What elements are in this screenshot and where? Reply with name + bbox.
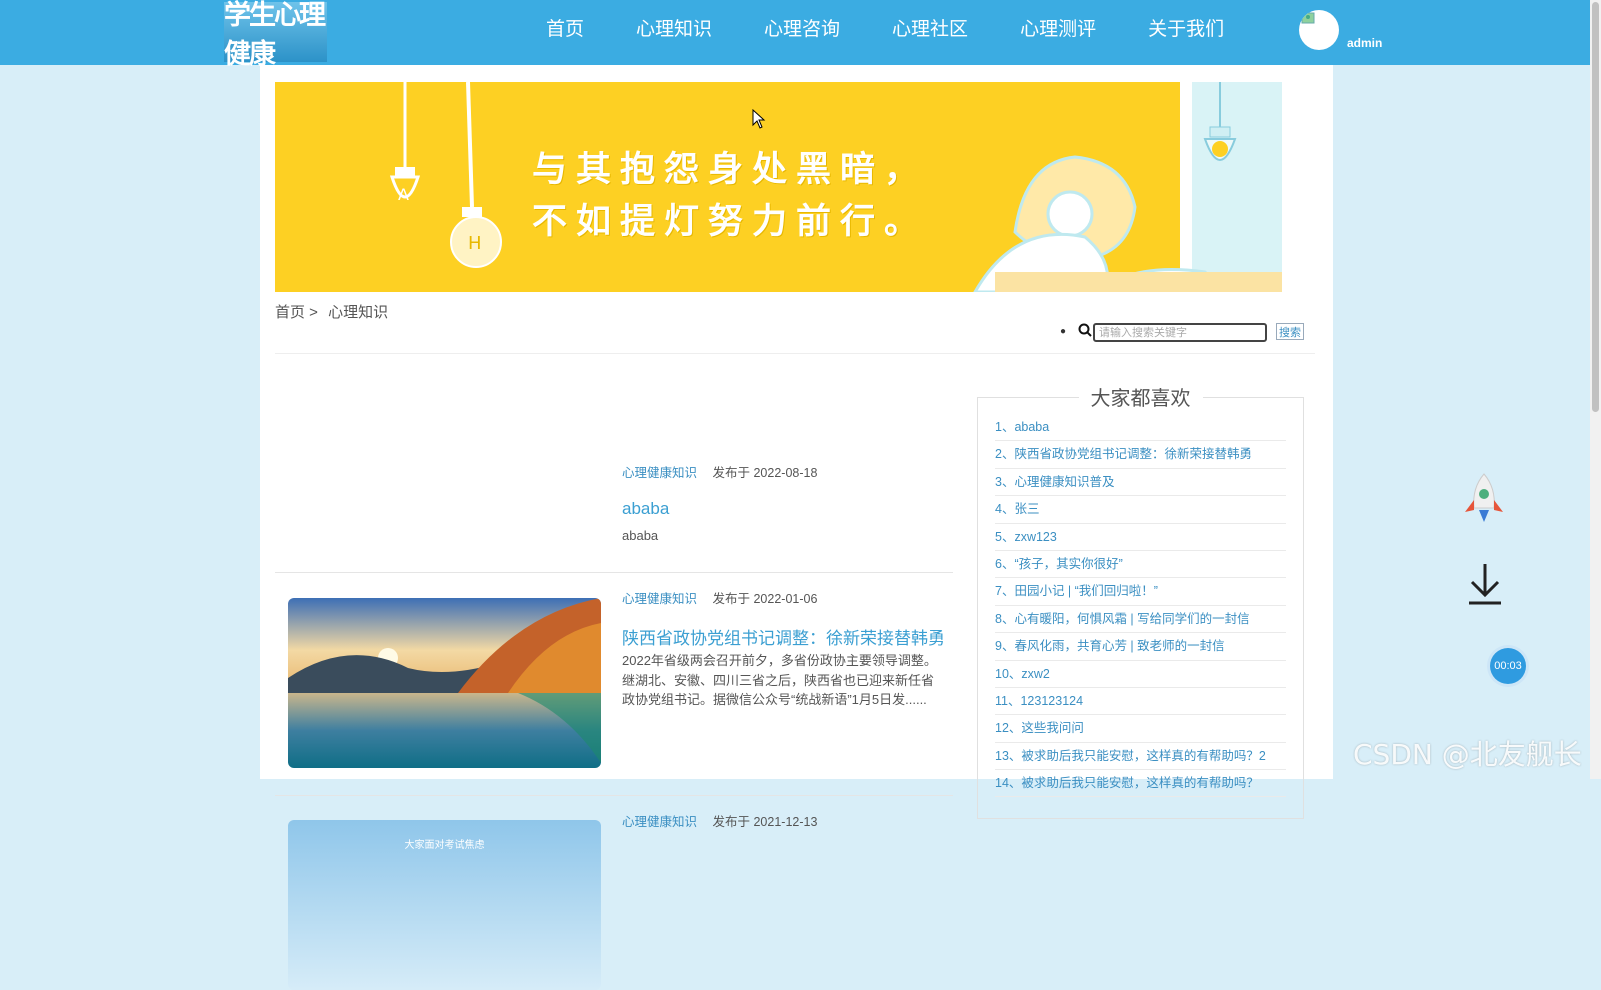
article-thumbnail[interactable] — [288, 598, 601, 768]
list-item[interactable]: 3、心理健康知识普及 — [995, 469, 1286, 497]
username-label[interactable]: admin — [1347, 36, 1382, 50]
breadcrumb-home[interactable]: 首页 > — [275, 304, 318, 321]
list-item[interactable]: 1、ababa — [995, 414, 1286, 442]
list-item[interactable]: 11、123123124 — [995, 688, 1286, 716]
bullet-dot: ● — [1060, 326, 1067, 337]
content-panel: A H 与其抱怨身处黑暗， 不如提灯努力前行。 首页 > 心理知识 ● 请输入搜… — [260, 65, 1333, 990]
article-date: 发布于 2022-08-18 — [712, 466, 818, 480]
article-date: 发布于 2021-12-13 — [712, 815, 818, 829]
article-item[interactable]: 心理健康知识 发布于 2022-08-18 ababa ababa — [275, 354, 953, 573]
nav-home[interactable]: 首页 — [520, 0, 610, 65]
article-category[interactable]: 心理健康知识 — [622, 815, 697, 829]
article-date: 发布于 2022-01-06 — [712, 592, 818, 606]
main-nav: 首页 心理知识 心理咨询 心理社区 心理测评 关于我们 — [520, 0, 1250, 65]
search-icon[interactable] — [1078, 323, 1092, 337]
article-item[interactable]: 心理健康知识 发布于 2022-01-06 陕西省政协党组书记调整：徐新荣接替韩… — [275, 572, 953, 796]
page-scrollbar[interactable] — [1590, 0, 1601, 779]
broken-image-icon — [1301, 12, 1315, 24]
article-summary: ababa — [622, 528, 659, 543]
list-item[interactable]: 5、zxw123 — [995, 524, 1286, 551]
sidebar-title: 大家都喜欢 — [978, 382, 1303, 411]
svg-text:A: A — [398, 185, 409, 204]
popular-list: 1、ababa 2、陕西省政协党组书记调整：徐新荣接替韩勇 3、心理健康知识普及… — [995, 414, 1286, 798]
article-category[interactable]: 心理健康知识 — [622, 592, 697, 606]
sidebar-title-text: 大家都喜欢 — [1078, 386, 1203, 410]
list-item[interactable]: 9、春风化雨，共育心芳 | 致老师的一封信 — [995, 633, 1286, 661]
search-button[interactable]: 搜索 — [1276, 323, 1304, 340]
list-item[interactable]: 13、被求助后我只能安慰，这样真的有帮助吗？2 — [995, 743, 1286, 771]
watermark: CSDN @北友舰长 — [1353, 738, 1582, 771]
avatar[interactable] — [1299, 10, 1339, 50]
rocket-icon[interactable] — [1462, 472, 1506, 528]
article-category[interactable]: 心理健康知识 — [622, 466, 697, 480]
banner-line-2: 不如提灯努力前行。 — [532, 202, 929, 242]
list-item[interactable]: 4、张三 — [995, 496, 1286, 524]
popular-sidebar: 大家都喜欢 1、ababa 2、陕西省政协党组书记调整：徐新荣接替韩勇 3、心理… — [977, 386, 1304, 819]
lake-landscape-image — [288, 598, 601, 768]
article-summary: 2022年省级两会召开前夕，多省份政协主要领导调整。继湖北、安徽、四川三省之后，… — [622, 653, 937, 707]
timer-badge[interactable]: 00:03 — [1490, 648, 1526, 684]
article-title[interactable]: ababa — [622, 499, 669, 519]
nav-assessment[interactable]: 心理测评 — [994, 0, 1122, 65]
mouse-cursor-icon — [752, 109, 766, 129]
article-meta: 心理健康知识 发布于 2021-12-13 — [622, 811, 817, 830]
list-item[interactable]: 6、“孩子，其实你很好” — [995, 551, 1286, 579]
hero-banner: A H 与其抱怨身处黑暗， 不如提灯努力前行。 — [275, 82, 1282, 292]
site-logo[interactable]: 学生心理健康 — [224, 0, 327, 70]
list-item[interactable]: 7、田园小记 | “我们回归啦！” — [995, 578, 1286, 606]
article-thumbnail[interactable]: 大家面对考试焦虑 — [288, 820, 601, 990]
nav-about[interactable]: 关于我们 — [1122, 0, 1250, 65]
list-item[interactable]: 8、心有暖阳，何惧风霜 | 写给同学们的一封信 — [995, 606, 1286, 634]
scrollbar-thumb[interactable] — [1592, 2, 1599, 412]
banner-line-1: 与其抱怨身处黑暗， — [532, 150, 929, 190]
nav-consult[interactable]: 心理咨询 — [738, 0, 866, 65]
top-navbar: 学生心理健康 首页 心理知识 心理咨询 心理社区 心理测评 关于我们 admin — [0, 0, 1601, 70]
search-input[interactable] — [1093, 323, 1267, 342]
article-meta: 心理健康知识 发布于 2022-08-18 — [622, 462, 817, 481]
article-title[interactable]: 陕西省政协党组书记调整：徐新荣接替韩勇 — [622, 624, 945, 649]
thumbnail-caption: 大家面对考试焦虑 — [404, 840, 485, 851]
svg-text:H: H — [468, 233, 482, 254]
list-item[interactable]: 10、zxw2 — [995, 661, 1286, 688]
download-icon[interactable] — [1467, 562, 1503, 606]
list-item[interactable]: 12、这些我问问 — [995, 715, 1286, 743]
nav-community[interactable]: 心理社区 — [866, 0, 994, 65]
breadcrumb-current: 心理知识 — [328, 304, 389, 321]
nav-knowledge[interactable]: 心理知识 — [610, 0, 738, 65]
article-item[interactable]: 大家面对考试焦虑 心理健康知识 发布于 2021-12-13 — [275, 795, 953, 990]
banner-slogan: 与其抱怨身处黑暗， 不如提灯努力前行。 — [532, 144, 928, 248]
list-item[interactable]: 14、被求助后我只能安慰，这样真的有帮助吗？ — [995, 770, 1286, 798]
article-meta: 心理健康知识 发布于 2022-01-06 — [622, 588, 817, 607]
list-item[interactable]: 2、陕西省政协党组书记调整：徐新荣接替韩勇 — [995, 441, 1286, 469]
breadcrumb: 首页 > 心理知识 — [275, 301, 394, 322]
